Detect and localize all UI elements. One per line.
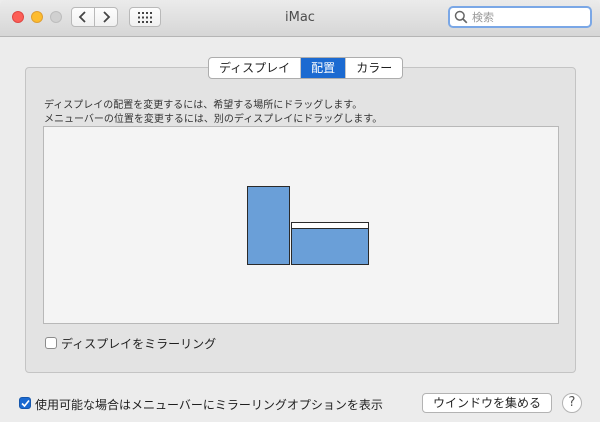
title-bar: iMac 検索 [0, 0, 600, 37]
arrangement-instruction: ディスプレイの配置を変更するには、希望する場所にドラッグします。 [44, 100, 363, 111]
menu-bar-indicator[interactable] [292, 223, 368, 229]
search-icon [454, 10, 468, 24]
gather-windows-button[interactable]: ウインドウを集める [422, 393, 552, 413]
preferences-window: iMac 検索 ディスプレイ 配置 カラー ディスプレイの配置を変更するには、希… [0, 0, 600, 422]
tab-color[interactable]: カラー [346, 58, 402, 78]
search-placeholder: 検索 [472, 11, 494, 24]
display-thumbnail-main[interactable] [291, 222, 369, 265]
show-mirroring-label: 使用可能な場合はメニューバーにミラーリングオプションを表示 [35, 398, 383, 412]
display-thumbnail-secondary[interactable] [247, 186, 290, 265]
tab-bar: ディスプレイ 配置 カラー [208, 57, 404, 79]
show-mirroring-checkbox[interactable] [19, 397, 31, 409]
mirror-displays-label: ディスプレイをミラーリング [61, 337, 217, 351]
tab-arrangement[interactable]: 配置 [301, 58, 347, 78]
menubar-instruction: メニューバーの位置を変更するには、別のディスプレイにドラッグします。 [44, 114, 383, 125]
help-button[interactable]: ? [562, 393, 582, 413]
tab-display[interactable]: ディスプレイ [209, 58, 302, 78]
mirror-displays-checkbox[interactable] [45, 337, 57, 349]
search-field[interactable]: 検索 [448, 6, 592, 28]
checkmark-icon [20, 399, 30, 407]
